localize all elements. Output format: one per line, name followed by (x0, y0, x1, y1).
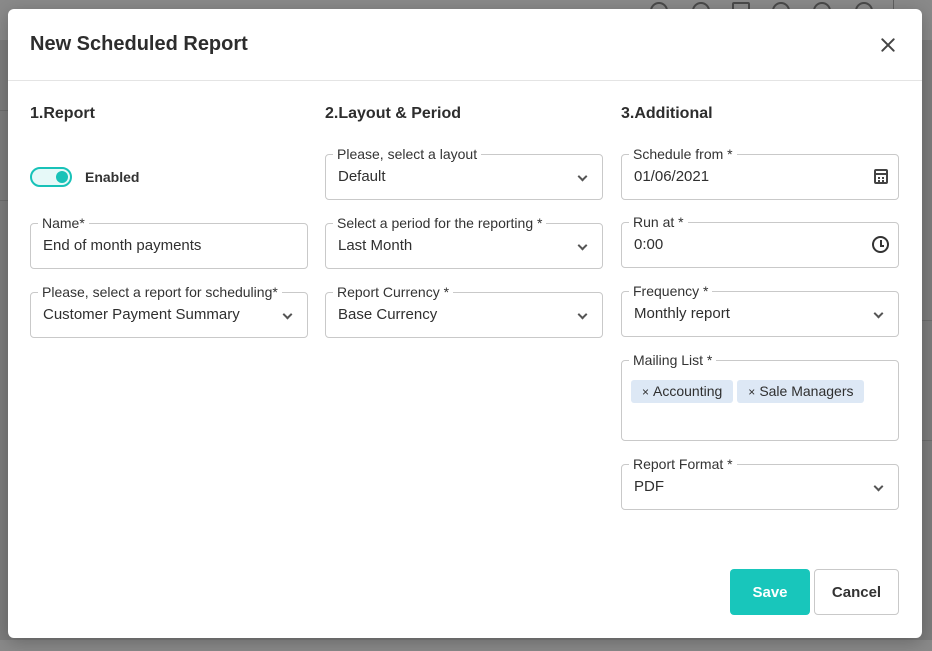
close-icon[interactable] (876, 33, 900, 57)
chip-remove-icon[interactable]: × (748, 385, 755, 399)
frequency-select[interactable]: Frequency * Monthly report (621, 282, 899, 337)
currency-select-label: Report Currency * (333, 283, 454, 301)
toggle-knob (56, 171, 68, 183)
chevron-down-icon (873, 481, 884, 492)
section-additional: 3.Additional Schedule from * 01/06/2021 … (621, 105, 899, 510)
period-select-value: Last Month (338, 237, 413, 254)
schedule-from-label: Schedule from * (629, 145, 737, 163)
chip-remove-icon[interactable]: × (642, 385, 649, 399)
report-format-select[interactable]: Report Format * PDF (621, 455, 899, 510)
report-format-label: Report Format * (629, 455, 737, 473)
report-select-value: Customer Payment Summary (43, 306, 240, 323)
period-select-label: Select a period for the reporting * (333, 214, 547, 232)
clock-icon[interactable] (872, 236, 889, 253)
mailing-chip[interactable]: × Accounting (631, 380, 734, 403)
section-heading-report: 1.Report (30, 105, 95, 122)
section-report: 1.Report Enabled Name* End of month paym… (30, 105, 308, 338)
section-heading-layout: 2.Layout & Period (325, 105, 462, 122)
enabled-toggle-row: Enabled (30, 167, 139, 187)
save-button[interactable]: Save (730, 569, 810, 615)
enabled-toggle[interactable] (30, 167, 72, 187)
mailing-chip-label: Accounting (653, 383, 723, 399)
name-field-value: End of month payments (43, 237, 202, 254)
mailing-list-chips: × Accounting × Sale Managers (631, 380, 865, 403)
layout-select[interactable]: Please, select a layout Default (325, 145, 603, 200)
background-line (922, 320, 932, 321)
name-field-label: Name* (38, 214, 89, 232)
layout-select-value: Default (338, 168, 386, 185)
frequency-label: Frequency * (629, 282, 713, 300)
background-line (0, 200, 8, 201)
chevron-down-icon (282, 309, 293, 320)
run-at-label: Run at * (629, 213, 688, 231)
chevron-down-icon (577, 171, 588, 182)
calendar-icon[interactable] (874, 169, 888, 184)
report-select[interactable]: Please, select a report for scheduling* … (30, 283, 308, 338)
section-layout-period: 2.Layout & Period Please, select a layou… (325, 105, 603, 338)
schedule-from-value: 01/06/2021 (634, 168, 710, 185)
name-field[interactable]: Name* End of month payments (30, 214, 308, 269)
modal-title: New Scheduled Report (30, 33, 248, 55)
new-scheduled-report-modal: New Scheduled Report 1.Report Enabled Na… (8, 9, 922, 638)
run-at-field[interactable]: Run at * 0:00 (621, 213, 899, 268)
mailing-list-label: Mailing List * (629, 351, 717, 369)
mailing-chip-label: Sale Managers (759, 383, 854, 399)
modal-header: New Scheduled Report (8, 9, 922, 81)
currency-select[interactable]: Report Currency * Base Currency (325, 283, 603, 338)
period-select[interactable]: Select a period for the reporting * Last… (325, 214, 603, 269)
report-format-value: PDF (634, 478, 664, 495)
background-line (0, 110, 8, 111)
background-line (922, 440, 932, 441)
cancel-button[interactable]: Cancel (814, 569, 899, 615)
enabled-label: Enabled (85, 169, 140, 185)
chevron-down-icon (577, 309, 588, 320)
chevron-down-icon (577, 240, 588, 251)
report-select-label: Please, select a report for scheduling* (38, 283, 282, 301)
frequency-value: Monthly report (634, 305, 730, 322)
run-at-value: 0:00 (634, 236, 664, 253)
mailing-chip[interactable]: × Sale Managers (737, 380, 865, 403)
layout-select-label: Please, select a layout (333, 145, 482, 163)
chevron-down-icon (873, 308, 884, 319)
mailing-list-field[interactable]: Mailing List * × Accounting × Sale Manager… (621, 351, 899, 441)
schedule-from-field[interactable]: Schedule from * 01/06/2021 (621, 145, 899, 200)
background-bottom (0, 640, 932, 651)
currency-select-value: Base Currency (338, 306, 438, 323)
section-heading-additional: 3.Additional (621, 105, 713, 122)
